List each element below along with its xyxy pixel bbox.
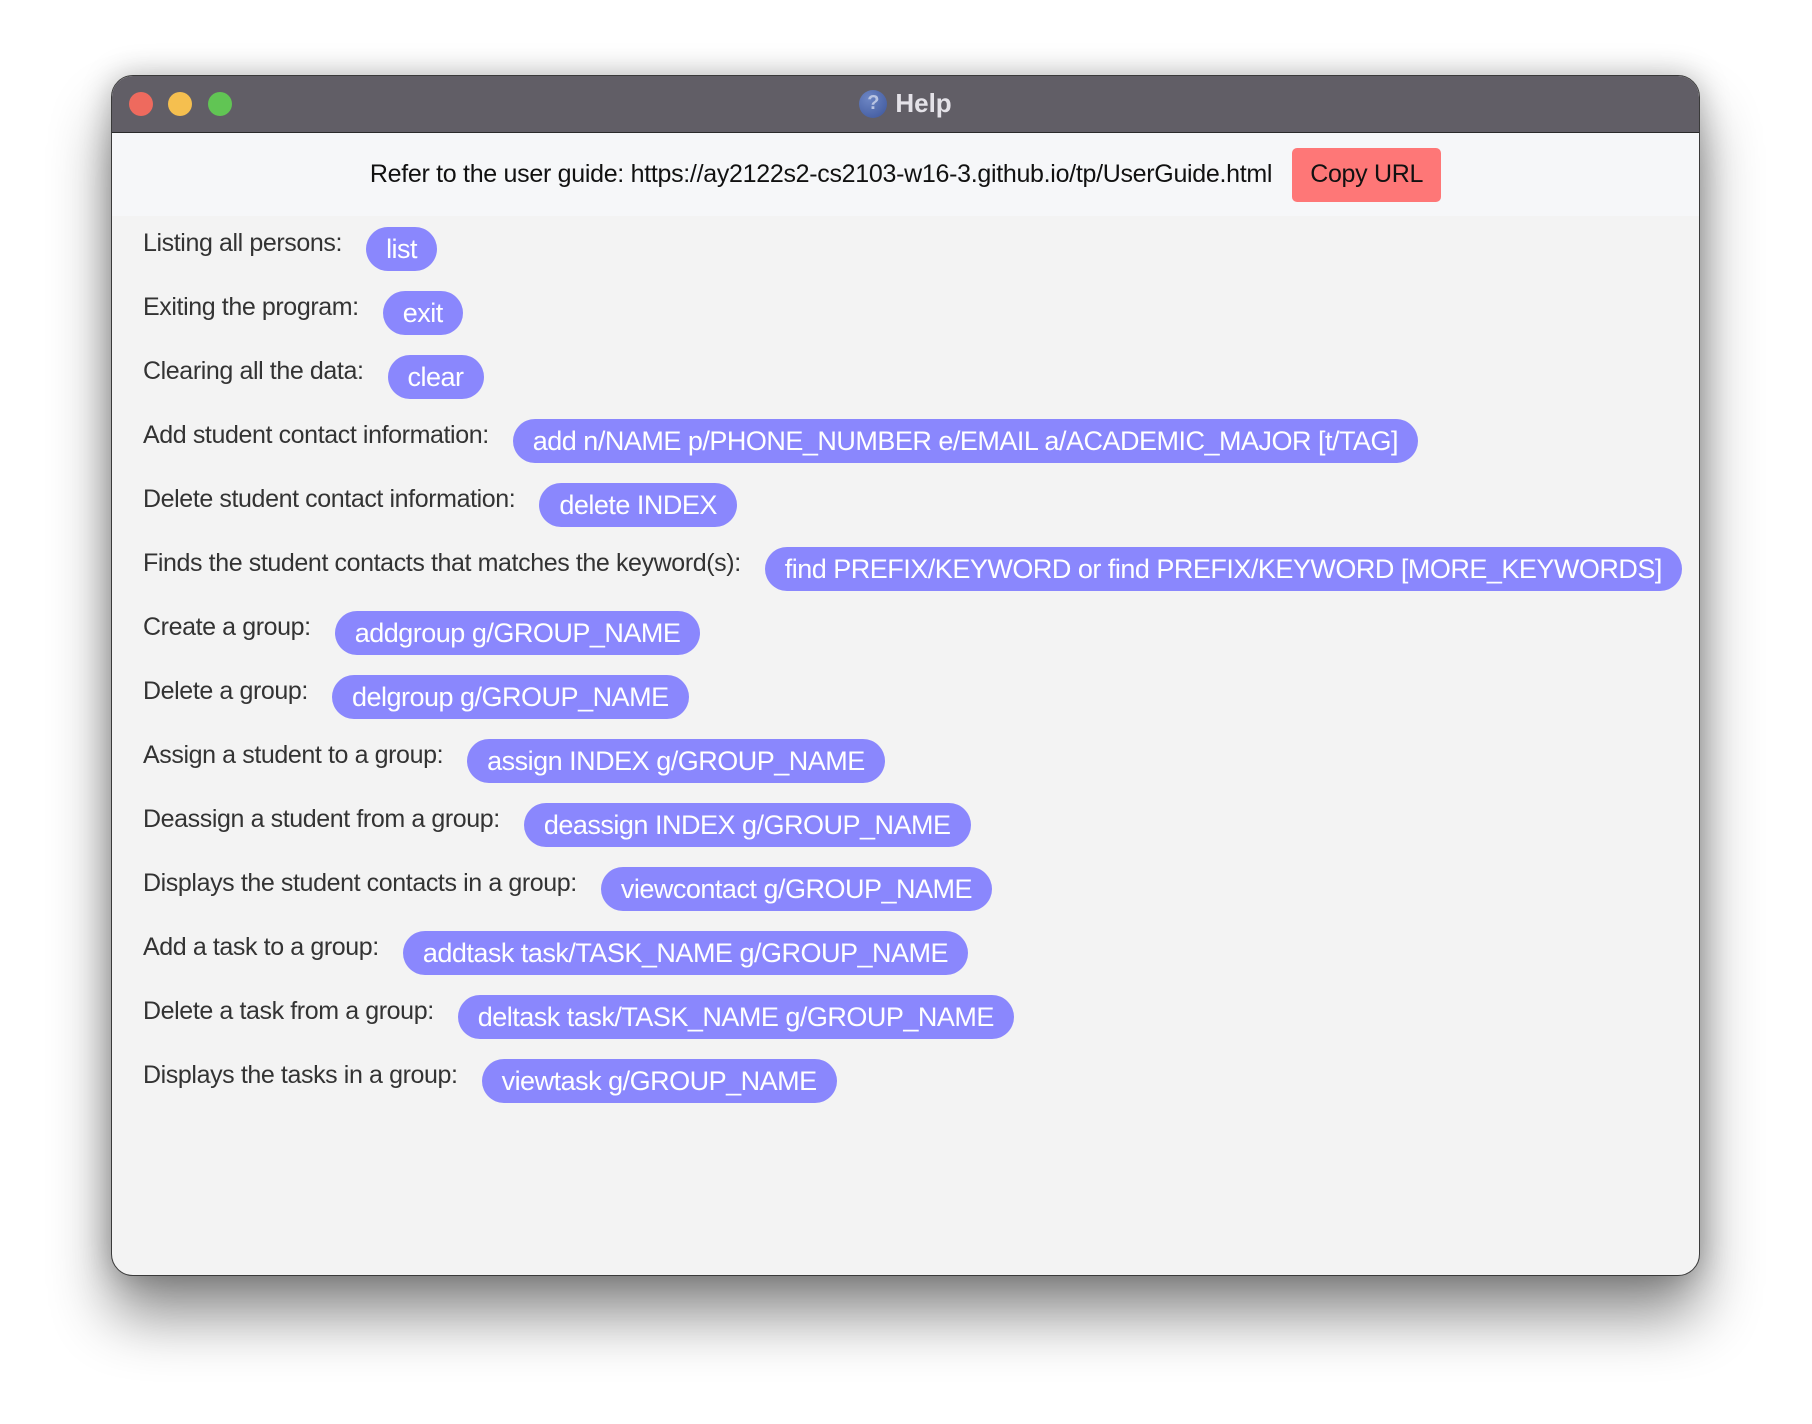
command-label: Delete student contact information: xyxy=(143,484,516,513)
command-pill[interactable]: find PREFIX/KEYWORD or find PREFIX/KEYWO… xyxy=(764,547,1682,591)
command-label: Create a group: xyxy=(143,612,311,641)
command-row-exit: Exiting the program: exit xyxy=(143,291,1682,335)
command-row-addtask: Add a task to a group: addtask task/TASK… xyxy=(143,931,1682,975)
command-pill[interactable]: viewcontact g/GROUP_NAME xyxy=(600,867,992,911)
title-bar[interactable]: ? Help xyxy=(112,76,1699,133)
command-pill[interactable]: addtask task/TASK_NAME g/GROUP_NAME xyxy=(402,931,968,975)
command-row-delgroup: Delete a group: delgroup g/GROUP_NAME xyxy=(143,675,1682,719)
command-pill[interactable]: delete INDEX xyxy=(539,483,737,527)
user-guide-header: Refer to the user guide: https://ay2122s… xyxy=(112,133,1699,216)
command-pill[interactable]: addgroup g/GROUP_NAME xyxy=(334,611,701,655)
user-guide-text: Refer to the user guide: https://ay2122s… xyxy=(369,160,1273,188)
command-label: Delete a task from a group: xyxy=(143,996,434,1025)
window-title: ? Help xyxy=(112,76,1699,131)
command-label: Assign a student to a group: xyxy=(143,740,444,769)
command-label: Delete a group: xyxy=(143,676,308,705)
command-pill[interactable]: exit xyxy=(382,291,463,335)
command-row-find: Finds the student contacts that matches … xyxy=(143,547,1682,591)
window-title-text: Help xyxy=(895,88,952,118)
command-label: Clearing all the data: xyxy=(143,356,364,385)
command-label: Deassign a student from a group: xyxy=(143,804,500,833)
command-label: Add student contact information: xyxy=(143,420,489,449)
command-row-clear: Clearing all the data: clear xyxy=(143,355,1682,399)
command-label: Displays the tasks in a group: xyxy=(143,1060,458,1089)
command-label: Exiting the program: xyxy=(143,292,359,321)
command-row-assign: Assign a student to a group: assign INDE… xyxy=(143,739,1682,783)
command-pill[interactable]: clear xyxy=(387,355,484,399)
command-pill[interactable]: delgroup g/GROUP_NAME xyxy=(331,675,689,719)
command-row-deltask: Delete a task from a group: deltask task… xyxy=(143,995,1682,1039)
command-row-delete: Delete student contact information: dele… xyxy=(143,483,1682,527)
command-row-deassign: Deassign a student from a group: deassig… xyxy=(143,803,1682,847)
command-row-viewcontact: Displays the student contacts in a group… xyxy=(143,867,1682,911)
command-pill[interactable]: viewtask g/GROUP_NAME xyxy=(481,1059,837,1103)
command-pill[interactable]: deltask task/TASK_NAME g/GROUP_NAME xyxy=(457,995,1014,1039)
command-list: Listing all persons: list Exiting the pr… xyxy=(143,227,1682,1123)
command-row-addgroup: Create a group: addgroup g/GROUP_NAME xyxy=(143,611,1682,655)
help-question-icon: ? xyxy=(859,89,888,118)
command-row-viewtask: Displays the tasks in a group: viewtask … xyxy=(143,1059,1682,1103)
command-pill[interactable]: assign INDEX g/GROUP_NAME xyxy=(467,739,885,783)
command-label: Add a task to a group: xyxy=(143,932,379,961)
command-label: Finds the student contacts that matches … xyxy=(143,548,741,577)
help-window: ? Help Refer to the user guide: https://… xyxy=(111,75,1700,1276)
command-row-add: Add student contact information: add n/N… xyxy=(143,419,1682,463)
command-row-list: Listing all persons: list xyxy=(143,227,1682,271)
command-pill[interactable]: list xyxy=(366,227,438,271)
command-label: Displays the student contacts in a group… xyxy=(143,868,577,897)
command-pill[interactable]: add n/NAME p/PHONE_NUMBER e/EMAIL a/ACAD… xyxy=(512,419,1418,463)
command-pill[interactable]: deassign INDEX g/GROUP_NAME xyxy=(523,803,971,847)
copy-url-button[interactable]: Copy URL xyxy=(1292,147,1442,202)
command-label: Listing all persons: xyxy=(143,228,343,257)
